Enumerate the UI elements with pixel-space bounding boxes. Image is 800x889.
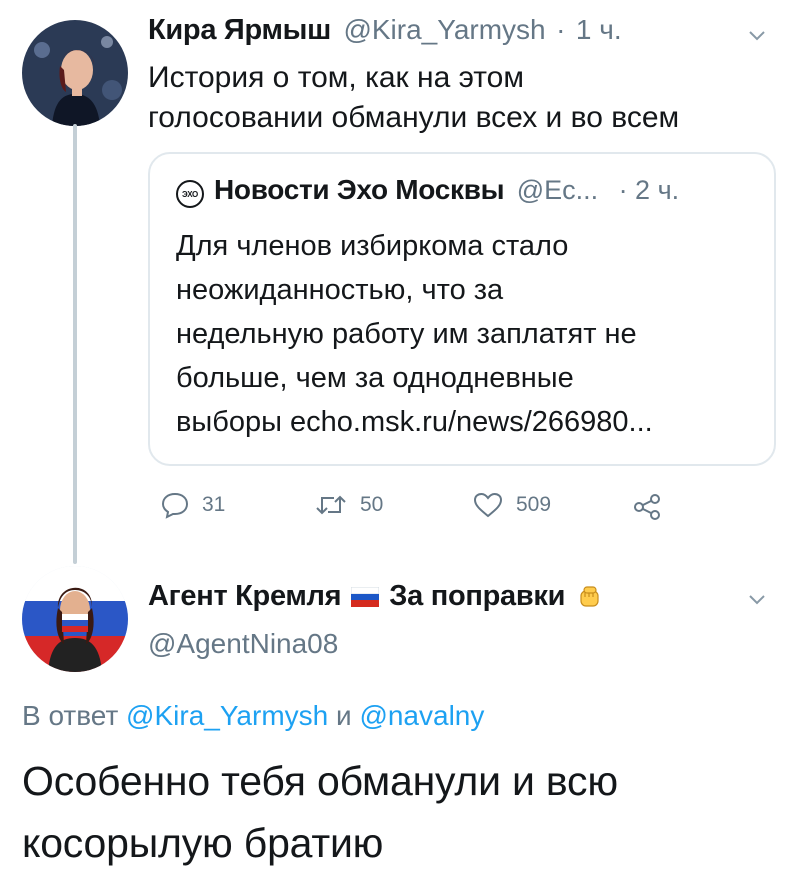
reply-count: 31 bbox=[202, 493, 226, 516]
tweet2-header: Агент Кремля За поправки bbox=[148, 580, 603, 613]
quoted-tweet-card[interactable]: ЭХО Новости Эхо Москвы @Ec... · 2 ч. Для… bbox=[148, 152, 776, 466]
quoted-text-line: неожиданностью, что за bbox=[176, 274, 504, 306]
echo-logo-text: ЭХО bbox=[182, 189, 198, 199]
tweet1-text: История о том, как на этом голосовании о… bbox=[148, 58, 679, 138]
share-button[interactable] bbox=[632, 493, 662, 526]
echo-logo: ЭХО bbox=[176, 180, 204, 208]
quoted-author-handle: @Ec... bbox=[516, 175, 599, 205]
reply-handle-link[interactable]: @Kira_Yarmysh bbox=[126, 700, 328, 731]
avatar-kira-image bbox=[22, 20, 128, 126]
retweet-icon bbox=[316, 495, 346, 515]
quoted-text-line: недельную работу им заплатят не bbox=[176, 318, 637, 350]
avatar-kira[interactable] bbox=[22, 20, 128, 126]
russian-flag-icon bbox=[351, 586, 380, 607]
author-name-suffix[interactable]: За поправки bbox=[389, 580, 565, 613]
avatar-agent-image bbox=[22, 566, 128, 672]
author-name[interactable]: Агент Кремля bbox=[148, 580, 342, 613]
tweet2-text-line: косорылую братию bbox=[22, 820, 384, 866]
chevron-down-icon[interactable] bbox=[748, 30, 766, 42]
reply-context: В ответ @Kira_Yarmysh и @navalny bbox=[22, 700, 484, 732]
quoted-author-name: Новости Эхо Москвы bbox=[214, 174, 505, 205]
share-icon bbox=[634, 494, 660, 520]
avatar-agent[interactable] bbox=[22, 566, 128, 672]
tweet1-text-line: История о том, как на этом bbox=[148, 61, 524, 94]
chevron-down-icon[interactable] bbox=[748, 594, 766, 606]
reply-handle-link[interactable]: @navalny bbox=[359, 700, 484, 731]
reply-and: и bbox=[336, 700, 352, 731]
author-name[interactable]: Кира Ярмыш bbox=[148, 14, 331, 46]
quoted-text: Для членов избиркома стало неожиданность… bbox=[176, 224, 653, 444]
reply-prefix: В ответ bbox=[22, 700, 119, 731]
tweet1-text-line: голосовании обманули всех и во всем bbox=[148, 101, 680, 134]
quoted-text-line: больше, чем за однодневные bbox=[176, 362, 574, 394]
like-count: 509 bbox=[516, 493, 552, 516]
tweet-time[interactable]: 1 ч. bbox=[576, 14, 622, 45]
tweet1-header: Кира Ярмыш @Kira_Yarmysh · 1 ч. bbox=[148, 14, 622, 47]
quoted-text-line: выборы echo.msk.ru/news/266980... bbox=[176, 406, 653, 438]
reply-button[interactable]: 31 bbox=[160, 491, 225, 519]
quoted-time: · 2 ч. bbox=[618, 175, 680, 205]
retweet-count: 50 bbox=[360, 493, 384, 516]
quoted-header: Новости Эхо Москвы @Ec... · 2 ч. bbox=[214, 174, 754, 206]
reply-icon bbox=[161, 492, 189, 519]
like-button[interactable]: 509 bbox=[472, 491, 551, 519]
quoted-text-line: Для членов избиркома стало bbox=[176, 230, 569, 262]
author-handle[interactable]: @AgentNina08 bbox=[148, 628, 338, 660]
separator-dot: · bbox=[556, 14, 566, 45]
author-handle[interactable]: @Kira_Yarmysh bbox=[343, 14, 545, 45]
tweet2-text: Особенно тебя обманули и всю косорылую б… bbox=[22, 750, 618, 874]
retweet-button[interactable]: 50 bbox=[314, 491, 383, 519]
thread-line bbox=[73, 124, 77, 564]
tweet2-text-line: Особенно тебя обманули и всю bbox=[22, 758, 618, 804]
raised-fist-icon bbox=[580, 585, 599, 607]
heart-icon bbox=[473, 492, 503, 518]
